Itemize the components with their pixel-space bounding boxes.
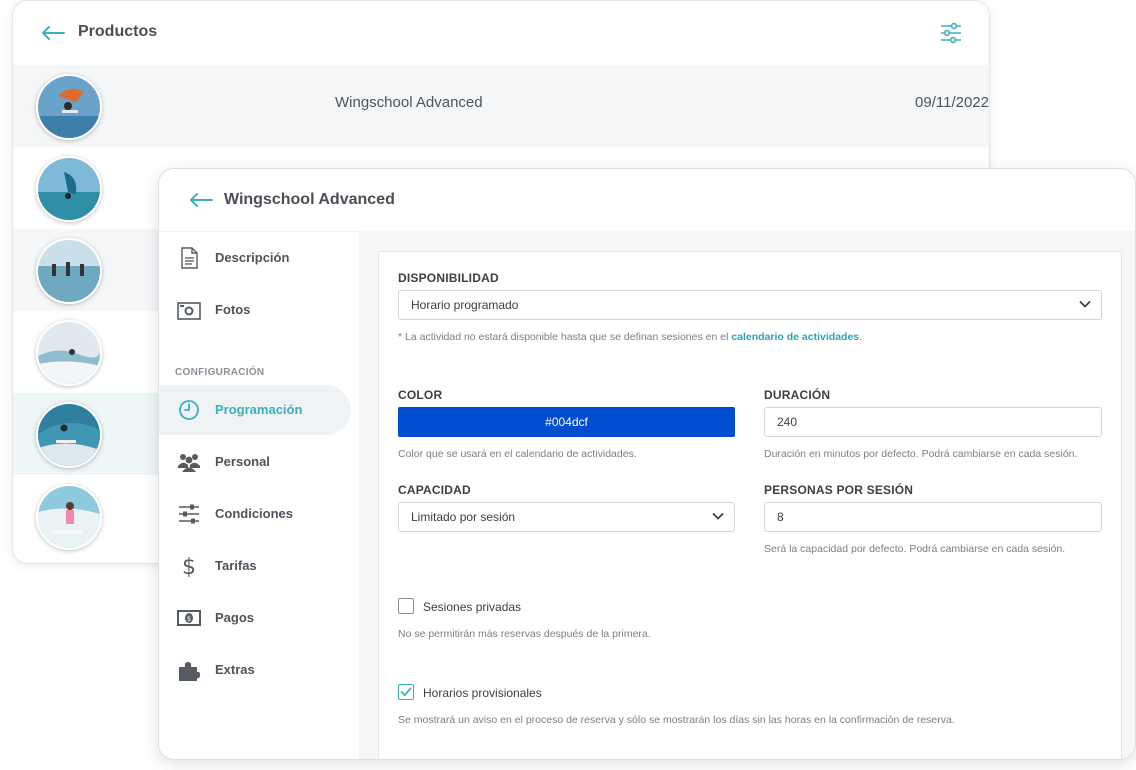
duracion-help: Duración en minutos por defecto. Podrá c… xyxy=(764,448,1078,460)
product-date: 09/11/2022 xyxy=(915,94,989,111)
product-name: Wingschool Advanced xyxy=(335,94,483,111)
capacidad-select[interactable]: Limitado por sesión xyxy=(398,502,735,532)
dollar-icon: $ xyxy=(182,555,196,577)
capacidad-value: Limitado por sesión xyxy=(411,510,516,524)
sidebar-item-personal[interactable]: Personal xyxy=(159,437,351,487)
product-row[interactable]: Wingschool Advanced 09/11/2022 xyxy=(13,65,989,147)
sidebar-item-tarifas[interactable]: $ Tarifas xyxy=(159,541,351,591)
back-arrow-icon[interactable] xyxy=(189,192,213,208)
sidebar-item-programacion[interactable]: Programación xyxy=(159,385,351,435)
svg-text:$: $ xyxy=(182,555,196,577)
sidebar-item-descripcion[interactable]: Descripción xyxy=(159,233,351,283)
section-label-configuracion: CONFIGURACIÓN xyxy=(175,367,265,378)
chevron-down-icon xyxy=(1079,300,1091,308)
product-thumbnail xyxy=(36,402,102,468)
personas-help: Será la capacidad por defecto. Podrá cam… xyxy=(764,543,1066,555)
duracion-value: 240 xyxy=(777,415,798,429)
horarios-provisionales-label: Horarios provisionales xyxy=(423,686,542,700)
sidebar-item-label: Extras xyxy=(215,662,255,677)
product-detail-window: Wingschool Advanced Descripción Fotos CO… xyxy=(158,168,1136,760)
puzzle-icon xyxy=(179,662,200,681)
product-thumbnail xyxy=(36,320,102,386)
color-picker[interactable]: #004dcf xyxy=(398,407,735,437)
clock-icon xyxy=(179,400,199,420)
detail-title: Wingschool Advanced xyxy=(224,191,395,208)
sidebar-item-fotos[interactable]: Fotos xyxy=(159,285,351,335)
product-thumbnail xyxy=(36,238,102,304)
duracion-input[interactable]: 240 xyxy=(764,407,1102,437)
sidebar-item-pagos[interactable]: $ Pagos xyxy=(159,593,351,643)
chevron-down-icon xyxy=(712,512,724,520)
people-icon xyxy=(178,454,200,472)
sidebar-item-label: Personal xyxy=(215,454,270,469)
detail-header: Wingschool Advanced xyxy=(159,169,1135,232)
color-help: Color que se usará en el calendario de a… xyxy=(398,448,637,460)
disponibilidad-value: Horario programado xyxy=(411,298,519,312)
sidebar-item-label: Tarifas xyxy=(215,558,257,573)
disponibilidad-label: DISPONIBILIDAD xyxy=(398,271,499,285)
sidebar-item-label: Programación xyxy=(215,402,303,417)
duracion-label: DURACIÓN xyxy=(764,388,831,402)
product-thumbnail xyxy=(36,156,102,222)
programacion-form: DISPONIBILIDAD Horario programado * La a… xyxy=(378,251,1122,759)
horarios-provisionales-checkbox[interactable] xyxy=(398,684,414,700)
personas-input[interactable]: 8 xyxy=(764,502,1102,532)
sesiones-privadas-label: Sesiones privadas xyxy=(423,600,522,614)
camera-icon xyxy=(177,302,201,320)
color-label: COLOR xyxy=(398,388,443,402)
sliders-icon xyxy=(179,504,199,524)
back-arrow-icon[interactable] xyxy=(41,25,65,41)
disponibilidad-help-suffix: . xyxy=(859,331,863,343)
products-header: Productos xyxy=(13,1,989,65)
sidebar-item-condiciones[interactable]: Condiciones xyxy=(159,489,351,539)
disponibilidad-help: * La actividad no estará disponible hast… xyxy=(398,331,862,343)
document-icon xyxy=(181,247,198,269)
sidebar-item-label: Pagos xyxy=(215,610,255,625)
capacidad-label: CAPACIDAD xyxy=(398,483,471,497)
detail-sidebar: Descripción Fotos CONFIGURACIÓN Programa… xyxy=(159,231,359,759)
disponibilidad-help-text: * La actividad no estará disponible hast… xyxy=(398,331,732,343)
svg-text:$: $ xyxy=(187,615,191,623)
sesiones-privadas-checkbox[interactable] xyxy=(398,598,414,614)
personas-label: PERSONAS POR SESIÓN xyxy=(764,483,914,497)
checkmark-icon xyxy=(400,687,412,697)
page-title: Productos xyxy=(78,23,158,40)
filter-icon[interactable] xyxy=(939,21,963,45)
sidebar-item-label: Fotos xyxy=(215,302,251,317)
sidebar-item-label: Descripción xyxy=(215,250,290,265)
sesiones-privadas-help: No se permitirán más reservas después de… xyxy=(398,628,651,640)
horarios-provisionales-help: Se mostrará un aviso en el proceso de re… xyxy=(398,714,955,726)
sidebar-item-label: Condiciones xyxy=(215,506,294,521)
product-thumbnail xyxy=(36,74,102,140)
banknote-icon: $ xyxy=(177,610,201,626)
disponibilidad-select[interactable]: Horario programado xyxy=(398,290,1102,320)
sidebar-item-extras[interactable]: Extras xyxy=(159,645,351,695)
product-thumbnail xyxy=(36,484,102,550)
calendario-link[interactable]: calendario de actividades xyxy=(731,331,859,343)
personas-value: 8 xyxy=(777,510,784,524)
